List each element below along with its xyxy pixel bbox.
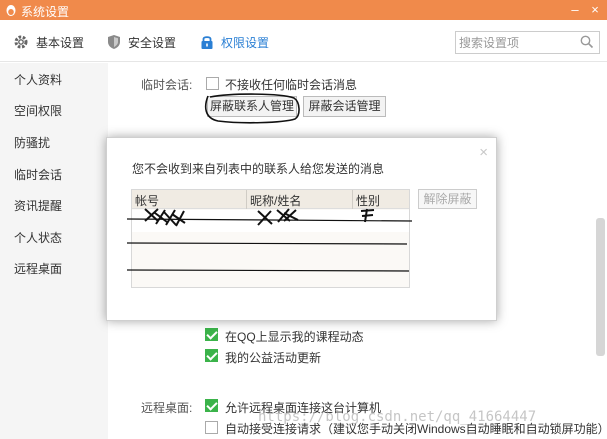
- watermark-url: https://blog.csdn.net/qq_41664447: [258, 409, 537, 425]
- minimize-button[interactable]: –: [567, 2, 583, 18]
- unblock-button[interactable]: 解除屏蔽: [418, 189, 477, 209]
- close-button[interactable]: ×: [587, 2, 603, 18]
- auto-accept-checkbox[interactable]: [205, 421, 218, 434]
- charity-update-checkbox[interactable]: [205, 349, 218, 362]
- column-header-account[interactable]: 帐号: [135, 192, 159, 209]
- temp-chat-label: 临时会话:: [141, 78, 193, 92]
- column-header-nickname[interactable]: 昵称/姓名: [250, 192, 301, 209]
- sidebar-item-status[interactable]: 个人状态: [14, 229, 62, 246]
- remote-desktop-label: 远程桌面:: [141, 401, 193, 415]
- sidebar-item-anti-harassment[interactable]: 防骚扰: [14, 134, 50, 151]
- block-sessions-button[interactable]: 屏蔽会话管理: [303, 96, 386, 117]
- penguin-logo-icon: [6, 5, 16, 16]
- window-title: 系统设置: [21, 5, 70, 19]
- tab-label: 权限设置: [221, 35, 270, 50]
- sidebar-item-qzone-permission[interactable]: 空间权限: [14, 102, 62, 119]
- gear-icon: [14, 35, 28, 49]
- blocked-contacts-table: 帐号 昵称/姓名 性别: [131, 189, 410, 288]
- lock-icon: [201, 36, 213, 49]
- allow-remote-checkbox[interactable]: [205, 399, 218, 412]
- column-divider: [246, 190, 247, 209]
- sidebar-item-profile[interactable]: 个人资料: [14, 71, 62, 88]
- sidebar-item-remote-desktop[interactable]: 远程桌面: [14, 260, 62, 277]
- sidebar-item-news-alerts[interactable]: 资讯提醒: [14, 197, 62, 214]
- tab-label: 安全设置: [128, 35, 177, 50]
- tab-basic-settings[interactable]: 基本设置: [13, 32, 84, 52]
- course-activity-checkbox[interactable]: [205, 328, 218, 341]
- dialog-close-button[interactable]: ×: [479, 144, 488, 161]
- no-temp-chat-checkbox[interactable]: [206, 77, 219, 90]
- table-header: 帐号 昵称/姓名 性别: [132, 190, 409, 209]
- tab-permission-settings[interactable]: 权限设置: [200, 32, 269, 52]
- charity-update-option: 我的公益活动更新: [225, 351, 322, 365]
- blocked-contacts-dialog: × 您不会收到来自列表中的联系人给您发送的消息 帐号 昵称/姓名 性别 解除屏蔽: [106, 137, 497, 321]
- tab-security-settings[interactable]: 安全设置: [107, 32, 176, 52]
- table-row[interactable]: [132, 210, 409, 232]
- dialog-message: 您不会收到来自列表中的联系人给您发送的消息: [132, 162, 385, 176]
- title-bar: 系统设置 – ×: [0, 0, 607, 20]
- sidebar-item-temp-chat[interactable]: 临时会话: [14, 166, 62, 183]
- scrollbar-thumb[interactable]: [596, 218, 605, 356]
- shield-icon: [108, 35, 120, 49]
- course-activity-option: 在QQ上显示我的课程动态: [225, 330, 364, 344]
- sidebar: 个人资料 空间权限 防骚扰 临时会话 资讯提醒 个人状态 远程桌面: [0, 63, 108, 439]
- tab-label: 基本设置: [36, 35, 85, 50]
- search-box[interactable]: [455, 31, 600, 54]
- column-header-gender[interactable]: 性别: [356, 192, 380, 209]
- hand-drawn-circle: [204, 93, 300, 124]
- search-icon[interactable]: [580, 35, 594, 49]
- search-input[interactable]: [459, 34, 577, 51]
- column-divider: [352, 190, 353, 209]
